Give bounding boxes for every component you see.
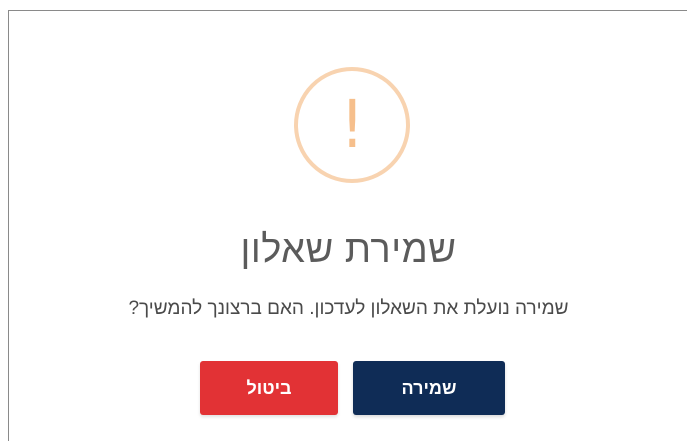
cancel-button[interactable]: ביטול xyxy=(200,361,338,415)
warning-icon: ! xyxy=(294,67,410,183)
save-button[interactable]: שמירה xyxy=(353,361,505,415)
exclamation-mark: ! xyxy=(340,86,364,163)
confirm-dialog: ! שמירת שאלון שמירה נועלת את השאלון לעדכ… xyxy=(8,10,687,441)
dialog-title: שמירת שאלון xyxy=(240,229,457,271)
dialog-message: שמירה נועלת את השאלון לעדכון. האם ברצונך… xyxy=(128,298,569,319)
